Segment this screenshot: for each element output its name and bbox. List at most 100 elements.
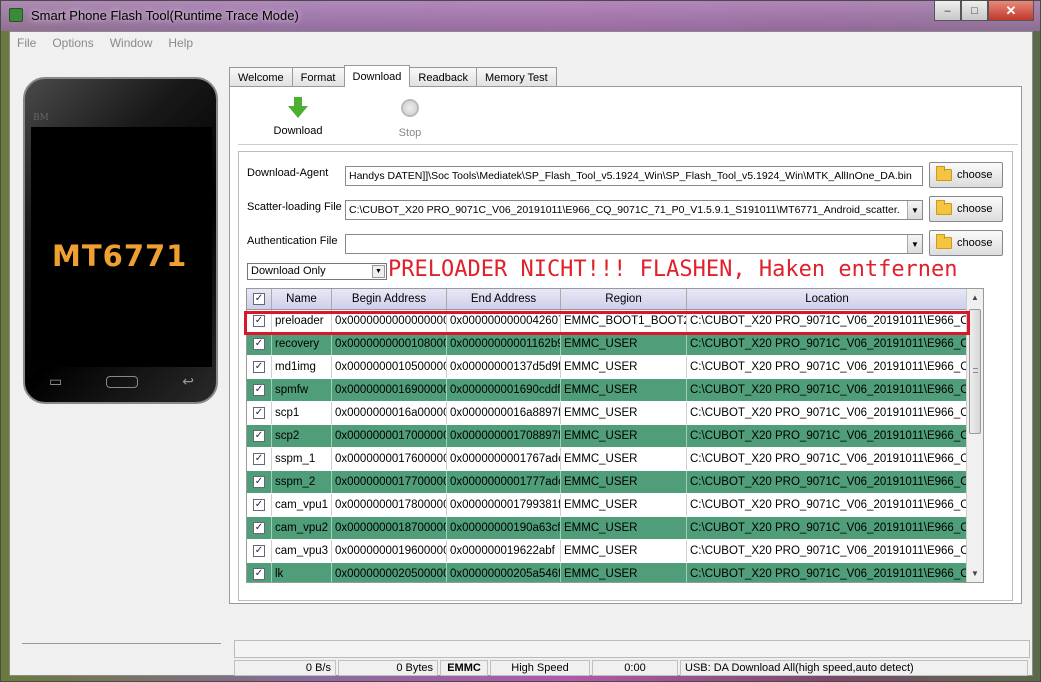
chevron-down-icon[interactable]: ▼ — [907, 235, 922, 253]
row-checkbox[interactable]: ✓ — [247, 333, 272, 355]
status-storage: EMMC — [440, 660, 488, 676]
divider — [22, 643, 221, 644]
checkbox[interactable]: ✓ — [253, 338, 265, 350]
row-checkbox[interactable]: ✓ — [247, 402, 272, 424]
column-header-location[interactable]: Location — [687, 289, 968, 309]
row-checkbox[interactable]: ✓ — [247, 494, 272, 516]
checkbox[interactable]: ✓ — [253, 499, 265, 511]
cell-name: recovery — [272, 333, 332, 355]
cell-location: C:\CUBOT_X20 PRO_9071C_V06_20191011\E966… — [687, 425, 968, 447]
status-bytes: 0 Bytes — [338, 660, 438, 676]
menu-bar: File Options Window Help — [10, 32, 1032, 54]
tab-download[interactable]: Download — [343, 65, 411, 87]
menu-file[interactable]: File — [17, 36, 36, 50]
cell-location: C:\CUBOT_X20 PRO_9071C_V06_20191011\E966… — [687, 356, 968, 378]
cell-region: EMMC_USER — [561, 517, 687, 539]
table-header: ✓ Name Begin Address End Address Region … — [247, 289, 983, 310]
checkbox[interactable]: ✓ — [253, 453, 265, 465]
cell-begin-address: 0x0000000010500000 — [332, 356, 447, 378]
tab-readback[interactable]: Readback — [409, 67, 477, 87]
choose-scatter-button[interactable]: choose — [929, 196, 1003, 222]
column-header-name[interactable]: Name — [272, 289, 332, 309]
scatter-file-field[interactable]: C:\CUBOT_X20 PRO_9071C_V06_20191011\E966… — [345, 200, 923, 220]
checkbox[interactable]: ✓ — [253, 476, 265, 488]
menu-help[interactable]: Help — [168, 36, 193, 50]
checkbox[interactable]: ✓ — [253, 384, 265, 396]
close-button[interactable]: ✕ — [988, 1, 1034, 21]
menu-window[interactable]: Window — [110, 36, 153, 50]
cell-begin-address: 0x0000000017000000 — [332, 425, 447, 447]
cell-name: cam_vpu1 — [272, 494, 332, 516]
table-row[interactable]: ✓ spmfw 0x0000000016900000 0x000000001690cd… — [247, 379, 983, 402]
table-row[interactable]: ✓ cam_vpu3 0x0000000019600000 0x00000001962… — [247, 540, 983, 563]
tab-welcome[interactable]: Welcome — [229, 67, 293, 87]
stop-icon — [399, 99, 421, 121]
checkbox[interactable]: ✓ — [253, 361, 265, 373]
tab-format[interactable]: Format — [291, 67, 345, 87]
table-row[interactable]: ✓ sspm_2 0x0000000017700000 0x0000000001777… — [247, 471, 983, 494]
download-button[interactable]: Download — [268, 97, 328, 137]
progress-bar — [234, 640, 1030, 658]
cell-begin-address: 0x0000000017700000 — [332, 471, 447, 493]
table-row[interactable]: ✓ lk 0x0000000020500000 0x00000000205a546f E… — [247, 563, 983, 582]
row-checkbox[interactable]: ✓ — [247, 471, 272, 493]
select-all-checkbox[interactable]: ✓ — [247, 289, 272, 309]
column-header-begin[interactable]: Begin Address — [332, 289, 447, 309]
cell-name: spmfw — [272, 379, 332, 401]
tab-memory-test[interactable]: Memory Test — [475, 67, 557, 87]
row-checkbox[interactable]: ✓ — [247, 517, 272, 539]
cell-begin-address: 0x0000000018700000 — [332, 517, 447, 539]
checkbox[interactable]: ✓ — [253, 522, 265, 534]
row-checkbox[interactable]: ✓ — [247, 563, 272, 582]
row-checkbox[interactable]: ✓ — [247, 356, 272, 378]
title-bar[interactable]: Smart Phone Flash Tool(Runtime Trace Mod… — [1, 1, 1040, 31]
scroll-thumb[interactable] — [969, 309, 981, 434]
table-row[interactable]: ✓ recovery 0x0000000000108000 0x00000000001… — [247, 333, 983, 356]
chevron-down-icon: ▼ — [372, 265, 385, 278]
cell-name: md1img — [272, 356, 332, 378]
table-row[interactable]: ✓ scp2 0x0000000017000000 0x000000001708897… — [247, 425, 983, 448]
table-row[interactable]: ✓ cam_vpu2 0x0000000018700000 0x00000000190… — [247, 517, 983, 540]
checkbox[interactable]: ✓ — [253, 545, 265, 557]
column-header-region[interactable]: Region — [561, 289, 687, 309]
cell-end-address: 0x000000001708897f — [447, 425, 561, 447]
choose-download-agent-button[interactable]: choose — [929, 162, 1003, 188]
stop-button[interactable]: Stop — [380, 97, 440, 139]
row-checkbox[interactable]: ✓ — [247, 448, 272, 470]
cell-location: C:\CUBOT_X20 PRO_9071C_V06_20191011\E966… — [687, 540, 968, 562]
column-header-end[interactable]: End Address — [447, 289, 561, 309]
cell-region: EMMC_USER — [561, 333, 687, 355]
cell-region: EMMC_USER — [561, 356, 687, 378]
table-row[interactable]: ✓ cam_vpu1 0x0000000017800000 0x00000000179… — [247, 494, 983, 517]
auth-file-field[interactable]: ▼ — [345, 234, 923, 254]
download-arrow-icon — [287, 97, 309, 119]
row-checkbox[interactable]: ✓ — [247, 540, 272, 562]
table-row[interactable]: ✓ sspm_1 0x0000000017600000 0x0000000001767… — [247, 448, 983, 471]
minimize-button[interactable]: – — [934, 1, 961, 21]
menu-options[interactable]: Options — [52, 36, 93, 50]
tab-bar: Welcome Format Download Readback Memory … — [229, 65, 557, 87]
download-mode-select[interactable]: Download Only ▼ — [247, 263, 387, 280]
table-row[interactable]: ✓ md1img 0x0000000010500000 0x00000000137d5… — [247, 356, 983, 379]
cell-begin-address: 0x0000000016900000 — [332, 379, 447, 401]
row-checkbox[interactable]: ✓ — [247, 425, 272, 447]
status-time: 0:00 — [592, 660, 678, 676]
scroll-down-icon[interactable]: ▼ — [967, 565, 983, 582]
row-checkbox[interactable]: ✓ — [247, 379, 272, 401]
maximize-button[interactable]: □ — [961, 1, 988, 21]
download-agent-field[interactable]: Handys DATEN]]\Soc Tools\Mediatek\SP_Fla… — [345, 166, 923, 186]
chevron-down-icon[interactable]: ▼ — [907, 201, 922, 219]
choose-auth-button[interactable]: choose — [929, 230, 1003, 256]
cell-begin-address: 0x0000000017600000 — [332, 448, 447, 470]
checkbox[interactable]: ✓ — [253, 568, 265, 580]
checkbox[interactable]: ✓ — [253, 430, 265, 442]
cell-location: C:\CUBOT_X20 PRO_9071C_V06_20191011\E966… — [687, 563, 968, 582]
checkbox[interactable]: ✓ — [253, 407, 265, 419]
table-row[interactable]: ✓ scp1 0x0000000016a00000 0x0000000016a8897… — [247, 402, 983, 425]
cell-begin-address: 0x0000000017800000 — [332, 494, 447, 516]
folder-icon — [936, 166, 952, 181]
download-mode-value: Download Only — [251, 265, 326, 277]
status-usb: USB: DA Download All(high speed,auto det… — [680, 660, 1028, 676]
scroll-up-icon[interactable]: ▲ — [967, 289, 983, 306]
back-key-icon: ↩ — [182, 373, 194, 389]
